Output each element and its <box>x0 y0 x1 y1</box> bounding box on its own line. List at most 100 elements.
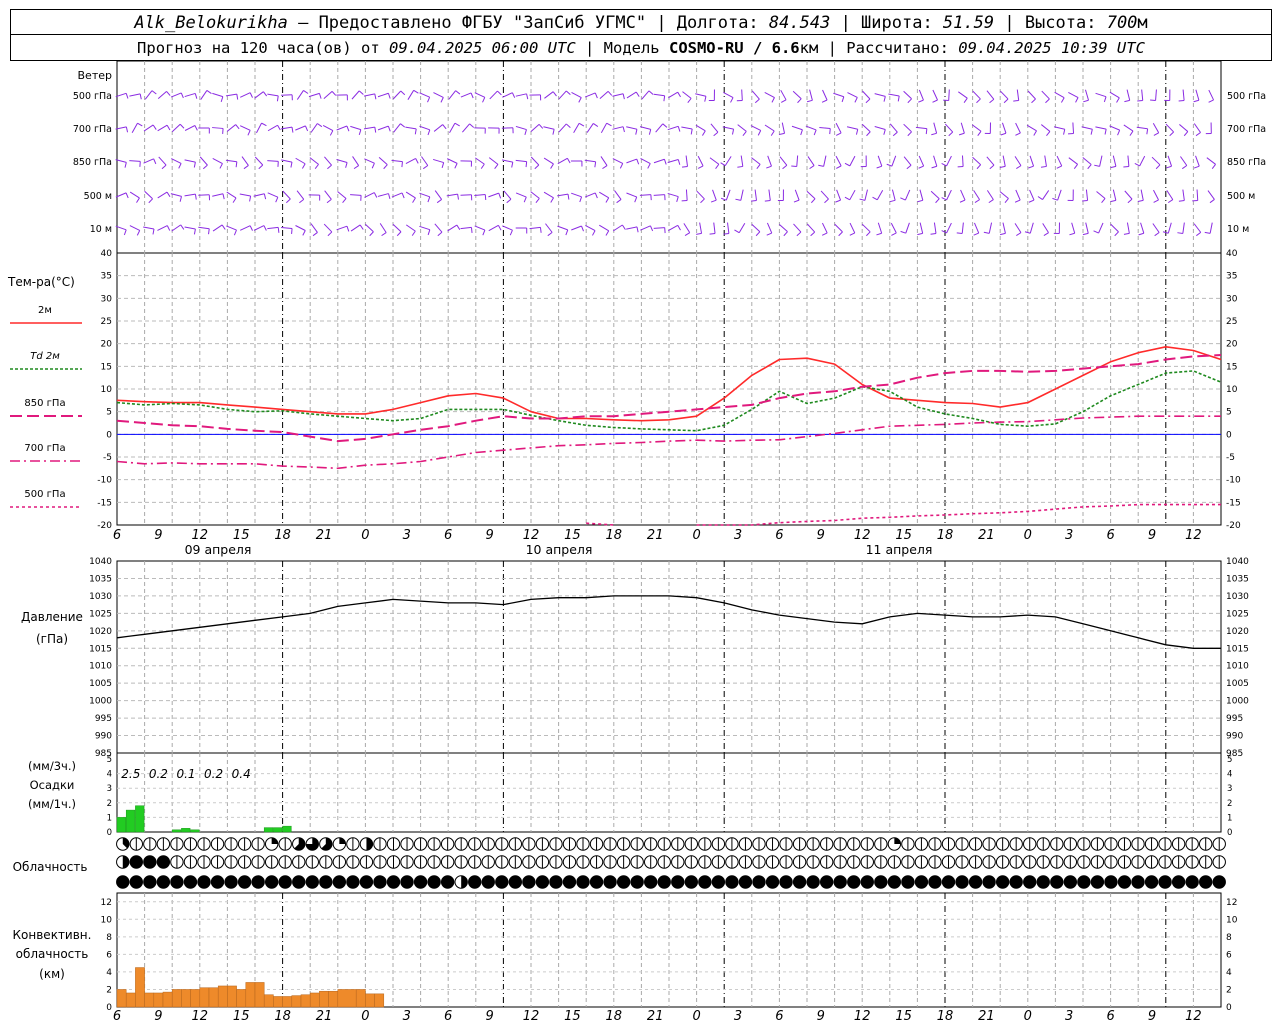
wind-barb-flag <box>918 165 924 169</box>
precip-3h-total: 0.4 <box>232 767 251 781</box>
wind-barb-flag <box>697 165 704 169</box>
meteogram: 6699121215151818212100336699121215151818… <box>7 60 1266 1024</box>
wind-barb <box>779 156 788 166</box>
wind-barb <box>515 93 527 97</box>
wind-barb <box>668 91 678 99</box>
wind-barb-flag <box>662 123 668 128</box>
wind-barb <box>405 224 416 232</box>
x-tick-label: 15 <box>895 528 912 543</box>
wind-barb <box>296 190 305 200</box>
cloud-symbol-fill <box>468 875 481 889</box>
temp-legend-label: Td 2м <box>30 351 60 362</box>
wind-barb-flag <box>677 91 681 98</box>
wind-barb <box>682 91 692 99</box>
wind-barb <box>212 92 223 98</box>
wind-barb-flag <box>125 126 129 133</box>
wind-barb-flag <box>702 130 706 136</box>
wind-barb-flag <box>383 164 388 170</box>
wind-barb-flag <box>456 224 461 230</box>
wind-barb-flag <box>258 164 264 170</box>
x-tick-label: 18 <box>274 528 291 543</box>
wind-barb-flag <box>800 129 803 136</box>
wind-barb <box>626 91 637 99</box>
conv-bar <box>116 989 127 1008</box>
wind-barb <box>697 155 704 167</box>
wind-barb-flag <box>369 231 374 237</box>
wind-barb-flag <box>648 129 652 135</box>
wind-barb-flag <box>202 164 208 170</box>
pressure-y-tick: 1030 <box>1226 592 1249 602</box>
x-tick-label: 15 <box>564 1009 581 1024</box>
x-tick-label: 3 <box>734 1009 742 1024</box>
wind-level-label: 10 м <box>1227 224 1249 235</box>
wind-barb-flag <box>764 199 771 202</box>
cloud-symbol-fill <box>143 875 157 889</box>
conv-bar <box>144 992 155 1008</box>
wind-barb <box>695 124 706 132</box>
wind-barb-flag <box>374 127 377 133</box>
cloud-symbol-fill <box>1172 875 1185 889</box>
wind-barb-flag <box>1169 131 1174 137</box>
conv-bar <box>263 994 274 1008</box>
wind-barb-flag <box>1028 165 1034 169</box>
wind-barb <box>571 192 582 198</box>
wind-barb-flag <box>757 130 762 136</box>
conv-bar <box>319 990 329 1008</box>
wind-barb-flag <box>635 129 638 135</box>
wind-barb-flag <box>1045 98 1050 104</box>
wind-barb-flag <box>1208 99 1214 103</box>
wind-barb <box>612 158 623 164</box>
wind-barb <box>171 158 182 164</box>
wind-barb <box>157 225 168 231</box>
wind-barb-flag <box>1101 198 1106 204</box>
wind-barb <box>793 223 802 233</box>
x-tick-label: 15 <box>564 528 581 543</box>
wind-barb-flag <box>1104 129 1107 135</box>
wind-barb <box>336 225 348 231</box>
wind-barb-flag <box>179 123 185 129</box>
cloud-symbol-fill <box>251 875 265 889</box>
wind-barb <box>267 192 279 198</box>
wind-barb-flag <box>136 197 140 203</box>
wind-barb-flag <box>932 99 938 103</box>
wind-barb <box>1167 222 1172 234</box>
wind-barb <box>1001 122 1007 134</box>
wind-barb-flag <box>988 199 994 204</box>
conv-bar <box>245 982 256 1008</box>
cloud-symbol-fill <box>603 875 617 889</box>
conv-bar <box>282 996 293 1008</box>
precip-y-tick: 5 <box>1227 755 1232 765</box>
cloud-symbol-fill <box>1037 875 1050 889</box>
wind-barb-flag <box>931 132 937 136</box>
wind-barb <box>612 93 624 97</box>
wind-barb-flag <box>907 131 912 137</box>
wind-barb <box>999 191 1009 199</box>
wind-barb <box>212 193 224 197</box>
wind-barb <box>876 189 884 201</box>
wind-barb <box>433 124 444 132</box>
wind-barb-flag <box>1129 130 1134 136</box>
wind-barb <box>750 125 761 131</box>
wind-barb <box>1193 223 1202 233</box>
wind-barb-flag <box>636 226 639 233</box>
wind-barb-flag <box>605 230 610 236</box>
wind-barb <box>239 125 251 131</box>
wind-level-label: 850 гПа <box>73 157 112 168</box>
wind-barb <box>377 92 389 98</box>
pressure-y-tick: 990 <box>1226 732 1243 742</box>
conv-bar <box>181 989 191 1008</box>
wind-barb <box>1141 89 1144 101</box>
temp-y-tick: 30 <box>1226 294 1238 304</box>
wind-barb-flag <box>663 159 667 165</box>
conv-bar <box>227 985 237 1008</box>
wind-barb-flag <box>249 195 252 202</box>
wind-barb <box>488 192 499 198</box>
wind-level-label: 500 м <box>1227 191 1255 202</box>
cloud-symbol-fill <box>1145 875 1158 889</box>
wind-barb-flag <box>387 93 391 99</box>
wind-barb-flag <box>1166 165 1172 169</box>
wind-barb <box>558 90 567 100</box>
wind-barb <box>919 222 924 234</box>
x-tick-label: 21 <box>647 1009 664 1024</box>
x-tick-label: 15 <box>233 528 250 543</box>
